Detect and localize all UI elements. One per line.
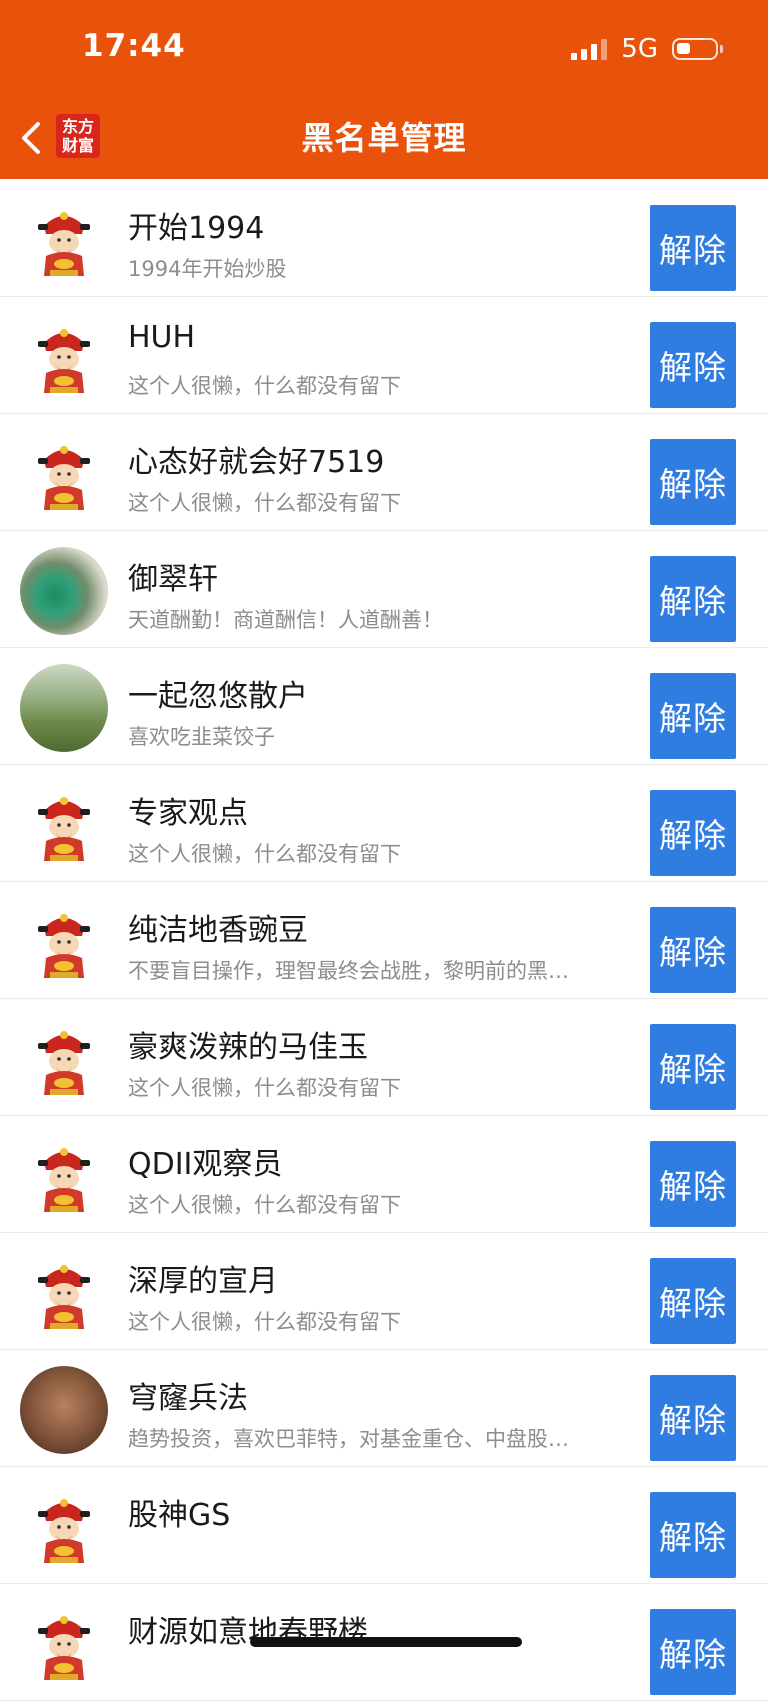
unblock-button[interactable]: 解除 <box>650 556 736 642</box>
user-signature: 这个人很懒，什么都没有留下 <box>128 374 401 398</box>
user-signature: 趋势投资，喜欢巴菲特，对基金重仓、中盘股… <box>128 1427 569 1451</box>
user-signature: 这个人很懒，什么都没有留下 <box>128 1076 401 1100</box>
avatar[interactable] <box>20 1015 108 1103</box>
user-signature: 这个人很懒，什么都没有留下 <box>128 842 401 866</box>
avatar[interactable] <box>20 898 108 986</box>
user-signature: 不要盲目操作，理智最终会战胜，黎明前的黑… <box>128 959 569 983</box>
user-name: 开始1994 <box>128 211 265 246</box>
blacklist-row[interactable]: 专家观点这个人很懒，什么都没有留下 解除 <box>0 765 768 882</box>
user-name: 一起忽悠散户 <box>128 679 308 714</box>
avatar[interactable] <box>20 430 108 518</box>
avatar[interactable] <box>20 1600 108 1688</box>
user-signature: 天道酬勤！商道酬信！人道酬善！ <box>128 608 443 632</box>
user-signature: 喜欢吃韭菜饺子 <box>128 725 275 749</box>
blacklist-row[interactable]: 穹窿兵法趋势投资，喜欢巴菲特，对基金重仓、中盘股… 解除 <box>0 1350 768 1467</box>
user-name: QDII观察员 <box>128 1147 283 1182</box>
blacklist-row[interactable]: 深厚的宣月这个人很懒，什么都没有留下 解除 <box>0 1233 768 1350</box>
blacklist-row[interactable]: 豪爽泼辣的马佳玉这个人很懒，什么都没有留下 解除 <box>0 999 768 1116</box>
avatar[interactable] <box>20 196 108 284</box>
user-name: 专家观点 <box>128 796 248 831</box>
unblock-button[interactable]: 解除 <box>650 205 736 291</box>
avatar[interactable] <box>20 313 108 401</box>
avatar[interactable] <box>20 664 108 752</box>
status-time: 17:44 <box>82 28 186 64</box>
unblock-button[interactable]: 解除 <box>650 1141 736 1227</box>
user-name: 穹窿兵法 <box>128 1381 248 1416</box>
status-icons: 5G <box>571 34 723 64</box>
home-indicator <box>250 1637 522 1647</box>
user-name: HUH <box>128 320 196 355</box>
blacklist: 开始1994 1994年开始炒股 解除 HUH 这个人很懒，什么都没有留下 解除 心态好… <box>0 180 768 1701</box>
unblock-button[interactable]: 解除 <box>650 673 736 759</box>
blacklist-row[interactable]: HUH 这个人很懒，什么都没有留下 解除 <box>0 297 768 414</box>
blacklist-row[interactable]: 心态好就会好7519 这个人很懒，什么都没有留下 解除 <box>0 414 768 531</box>
user-name: 纯洁地香豌豆 <box>128 913 308 948</box>
avatar[interactable] <box>20 781 108 869</box>
unblock-button[interactable]: 解除 <box>650 1258 736 1344</box>
user-signature: 这个人很懒，什么都没有留下 <box>128 491 401 515</box>
avatar[interactable] <box>20 1132 108 1220</box>
blacklist-row[interactable]: 股神GS 解除 <box>0 1467 768 1584</box>
unblock-button[interactable]: 解除 <box>650 1024 736 1110</box>
user-name: 深厚的宣月 <box>128 1264 278 1299</box>
user-name: 豪爽泼辣的马佳玉 <box>128 1030 368 1065</box>
user-signature: 1994年开始炒股 <box>128 257 287 281</box>
avatar[interactable] <box>20 1483 108 1571</box>
network-label: 5G <box>621 34 658 64</box>
signal-icon <box>571 38 608 60</box>
blacklist-row[interactable]: 纯洁地香豌豆不要盲目操作，理智最终会战胜，黎明前的黑… 解除 <box>0 882 768 999</box>
avatar[interactable] <box>20 547 108 635</box>
user-name: 御翠轩 <box>128 562 218 597</box>
avatar[interactable] <box>20 1249 108 1337</box>
blacklist-row[interactable]: 开始1994 1994年开始炒股 解除 <box>0 180 768 297</box>
unblock-button[interactable]: 解除 <box>650 907 736 993</box>
blacklist-row[interactable]: QDII观察员这个人很懒，什么都没有留下 解除 <box>0 1116 768 1233</box>
user-signature: 这个人很懒，什么都没有留下 <box>128 1310 401 1334</box>
unblock-button[interactable]: 解除 <box>650 1609 736 1695</box>
page-title: 黑名单管理 <box>301 119 467 157</box>
unblock-button[interactable]: 解除 <box>650 1492 736 1578</box>
avatar[interactable] <box>20 1366 108 1454</box>
user-name: 股神GS <box>128 1498 231 1533</box>
blacklist-row[interactable]: 一起忽悠散户喜欢吃韭菜饺子 解除 <box>0 648 768 765</box>
user-name: 心态好就会好7519 <box>128 445 385 480</box>
unblock-button[interactable]: 解除 <box>650 1375 736 1461</box>
unblock-button[interactable]: 解除 <box>650 439 736 525</box>
user-signature: 这个人很懒，什么都没有留下 <box>128 1193 401 1217</box>
unblock-button[interactable]: 解除 <box>650 790 736 876</box>
battery-icon <box>672 38 723 60</box>
app-header: 17:44 5G 东方 财富 黑名单管理 <box>0 0 768 179</box>
blacklist-row[interactable]: 御翠轩天道酬勤！商道酬信！人道酬善！ 解除 <box>0 531 768 648</box>
unblock-button[interactable]: 解除 <box>650 322 736 408</box>
